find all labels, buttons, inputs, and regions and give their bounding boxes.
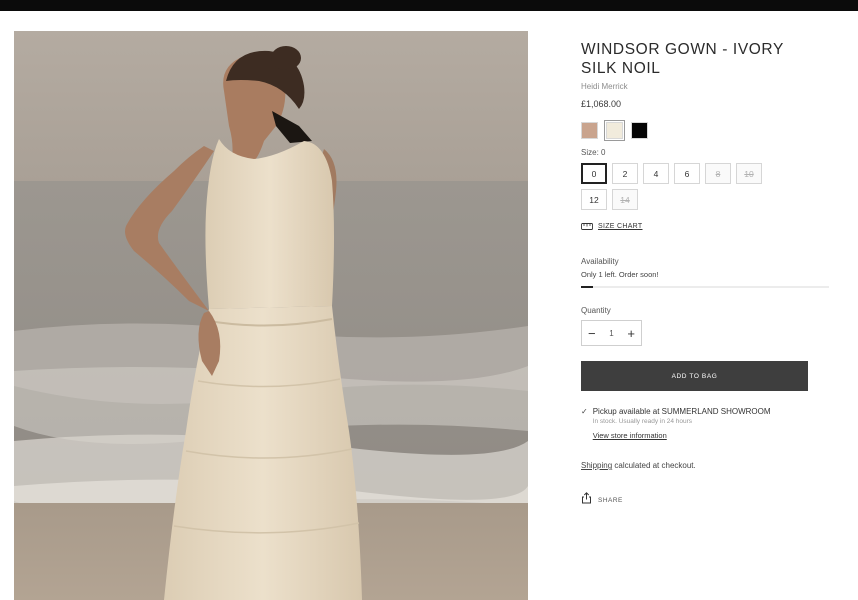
size-option-14[interactable]: 14 — [612, 189, 638, 210]
quantity-value[interactable]: 1 — [609, 329, 613, 338]
quantity-increase-button[interactable]: + — [627, 326, 635, 341]
share-button[interactable]: SHARE — [581, 491, 821, 509]
size-options: 0 2 4 6 8 10 12 14 — [581, 163, 781, 210]
color-swatch-black[interactable] — [631, 122, 648, 139]
product-price: £1,068.00 — [581, 99, 622, 109]
product-image[interactable] — [14, 31, 528, 600]
product-title: WINDSOR GOWN - IVORY SILK NOIL — [581, 41, 784, 77]
size-chart-link[interactable]: SIZE CHART — [581, 217, 821, 235]
top-bar — [0, 0, 858, 11]
stock-level-fill — [581, 286, 594, 288]
quantity-label: Quantity — [581, 306, 611, 315]
view-store-info-link[interactable]: View store information — [593, 431, 667, 440]
size-option-4[interactable]: 4 — [643, 163, 669, 184]
ruler-icon — [581, 217, 593, 235]
share-icon — [581, 491, 592, 509]
shipping-link[interactable]: Shipping — [581, 461, 612, 470]
size-option-2[interactable]: 2 — [612, 163, 638, 184]
size-chart-label: SIZE CHART — [598, 222, 643, 230]
availability-label: Availability — [581, 257, 619, 266]
size-option-10[interactable]: 10 — [736, 163, 762, 184]
pickup-stock-text: In stock. Usually ready in 24 hours — [592, 418, 693, 425]
stock-level-bar — [581, 286, 829, 288]
add-to-bag-button[interactable]: ADD TO BAG — [581, 361, 808, 391]
size-label: Size: 0 — [581, 148, 606, 157]
color-swatch-ivory[interactable] — [604, 120, 625, 141]
share-label: SHARE — [598, 496, 623, 504]
check-icon: ✓ — [581, 407, 588, 416]
quantity-stepper: − 1 + — [581, 320, 642, 346]
size-option-8[interactable]: 8 — [705, 163, 731, 184]
color-swatches — [581, 120, 821, 141]
pickup-location-text: Pickup available at SUMMERLAND SHOWROOM — [592, 407, 771, 416]
size-option-0[interactable]: 0 — [581, 163, 607, 184]
shipping-text: calculated at checkout. — [612, 461, 696, 470]
product-brand[interactable]: Heidi Merrick — [581, 82, 821, 91]
pickup-info: ✓ Pickup available at SUMMERLAND SHOWROO… — [581, 407, 821, 443]
availability-text: Only 1 left. Order soon! — [581, 270, 659, 279]
size-option-12[interactable]: 12 — [581, 189, 607, 210]
product-info-panel: WINDSOR GOWN - IVORY SILK NOIL Heidi Mer… — [581, 40, 829, 509]
shipping-note: Shipping calculated at checkout. — [581, 461, 821, 470]
color-swatch-tan[interactable] — [581, 122, 598, 139]
size-option-6[interactable]: 6 — [674, 163, 700, 184]
quantity-decrease-button[interactable]: − — [588, 326, 596, 341]
